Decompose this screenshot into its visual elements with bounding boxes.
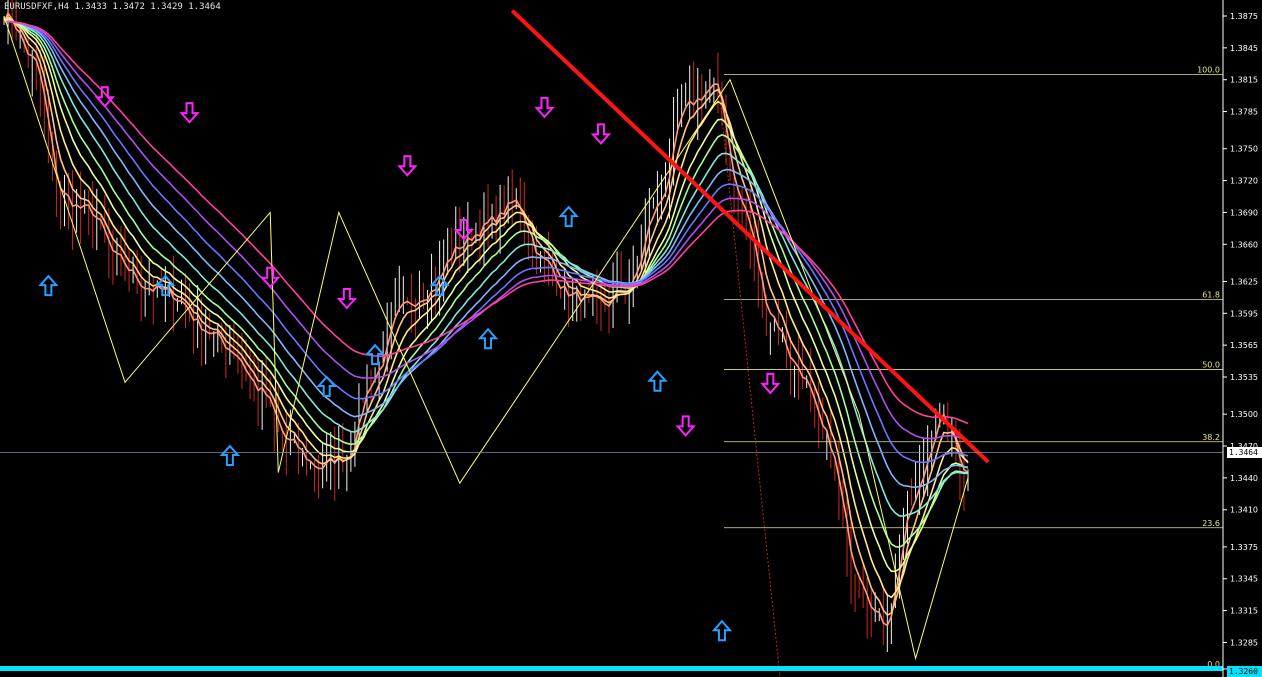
buy-arrow-icon xyxy=(219,444,241,467)
sell-arrow-icon xyxy=(760,372,781,395)
ema-line xyxy=(3,20,969,489)
buy-arrow-icon xyxy=(477,327,499,350)
symbol-info: EURUSDFXF,H4 1.3433 1.3472 1.3429 1.3464 xyxy=(4,2,221,12)
y-tick-label: 1.3595 xyxy=(1230,309,1258,318)
fibonacci-levels: 100.061.850.038.223.60.0 xyxy=(717,65,1223,677)
y-tick-label: 1.3720 xyxy=(1230,177,1258,186)
y-tick-label: 1.3285 xyxy=(1230,638,1258,647)
fib-level-label: 61.8 xyxy=(1202,290,1220,299)
sell-arrow-icon xyxy=(397,155,418,177)
price-bars xyxy=(3,0,969,653)
buy-arrow-icon xyxy=(364,343,386,366)
y-tick-label: 1.3625 xyxy=(1230,277,1258,286)
low-price-label: 1.3260 xyxy=(1227,666,1262,677)
buy-arrow-icon xyxy=(711,619,733,642)
y-tick-label: 1.3785 xyxy=(1230,108,1258,117)
ema-line xyxy=(3,15,969,617)
y-tick-label: 1.3690 xyxy=(1230,208,1258,217)
y-tick-label: 1.3845 xyxy=(1230,44,1258,53)
fib-level-label: 50.0 xyxy=(1202,361,1220,370)
y-tick-label: 1.3315 xyxy=(1230,607,1258,616)
ema-line xyxy=(3,19,969,549)
low-price-bar xyxy=(0,666,1223,671)
sell-arrow-icon xyxy=(94,86,116,108)
moving-average-ribbon xyxy=(3,11,969,627)
fib-level-label: 100.0 xyxy=(1197,65,1220,74)
sell-arrow-icon xyxy=(336,287,358,310)
price-axis: 1.3875 1.3845 1.3815 1.3785 1.3750 1.3720 1.36… xyxy=(0,0,1258,677)
sell-arrow-icon xyxy=(675,415,696,437)
zigzag-line xyxy=(3,15,969,661)
y-tick-label: 1.3875 xyxy=(1230,12,1258,21)
buy-arrow-icon xyxy=(647,370,668,392)
ema-line xyxy=(3,19,969,573)
y-tick-label: 1.3815 xyxy=(1230,76,1258,85)
y-tick-label: 1.3375 xyxy=(1230,543,1258,552)
y-tick-label: 1.3750 xyxy=(1230,145,1258,154)
sell-arrow-icon xyxy=(179,102,200,124)
y-tick-label: 1.3535 xyxy=(1230,373,1258,382)
current-price-label: 1.3464 xyxy=(1227,447,1262,459)
buy-arrow-icon xyxy=(558,205,579,228)
y-tick-label: 1.3410 xyxy=(1230,506,1258,515)
y-tick-label: 1.3345 xyxy=(1230,575,1258,584)
fib-level-label: 23.6 xyxy=(1202,519,1220,528)
buy-arrow-icon xyxy=(38,274,59,297)
signal-arrows xyxy=(38,86,781,642)
price-chart[interactable]: 100.061.850.038.223.60.0 1.38751.38451.3… xyxy=(0,0,1262,677)
fib-level-label: 38.2 xyxy=(1202,433,1220,442)
y-tick-label: 1.3565 xyxy=(1230,341,1258,350)
sell-arrow-icon xyxy=(534,96,555,119)
zigzag-indicator xyxy=(3,15,969,661)
y-tick-label: 1.3500 xyxy=(1230,410,1258,419)
y-tick-label: 1.3660 xyxy=(1230,240,1258,249)
sell-arrow-icon xyxy=(590,123,612,145)
y-tick-label: 1.3440 xyxy=(1230,474,1258,483)
ema-line xyxy=(3,11,969,627)
